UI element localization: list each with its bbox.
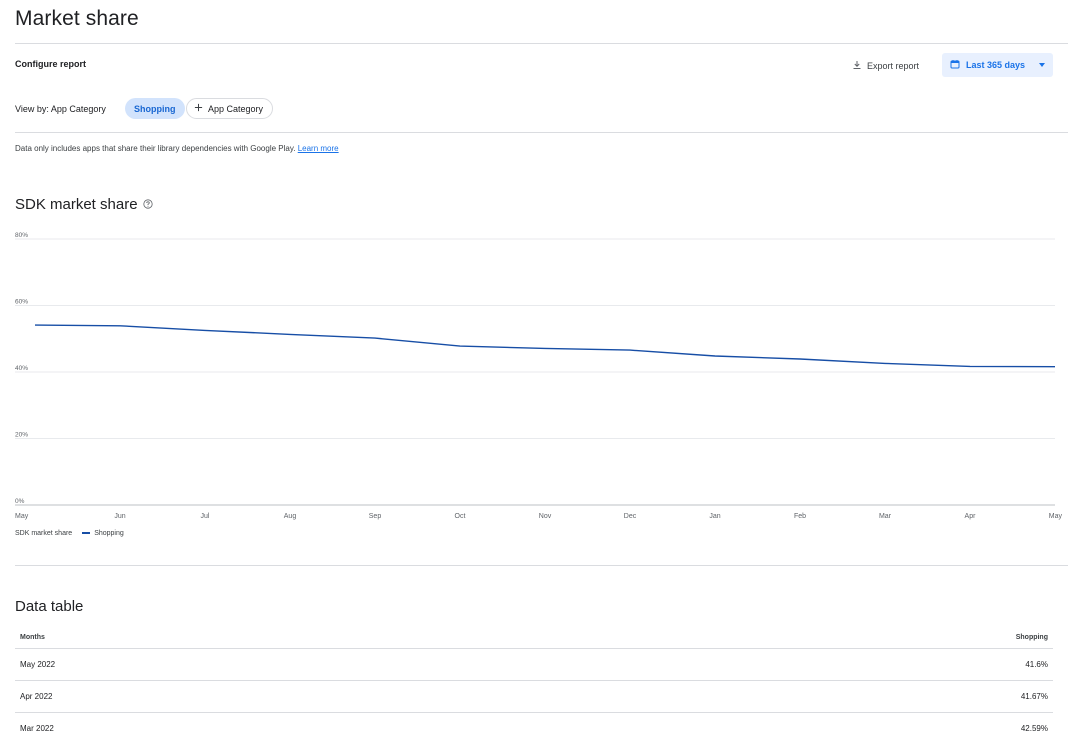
value-cell: 41.67% [1020, 692, 1048, 701]
plus-icon [194, 103, 203, 114]
table-header-row: Months Shopping [15, 627, 1053, 649]
data-table: Months Shopping May 2022 41.6% Apr 2022 … [15, 627, 1053, 743]
x-tick-label: Aug [284, 513, 297, 520]
calendar-icon [950, 59, 960, 71]
chart-section-title: SDK market share [15, 196, 153, 213]
download-icon [852, 60, 862, 72]
chart-legend: SDK market share Shopping [15, 530, 124, 537]
value-cell: 41.6% [1025, 660, 1048, 669]
shopping-chip[interactable]: Shopping [125, 98, 185, 119]
x-tick-label: Dec [624, 513, 637, 520]
x-tick-label: Jul [201, 513, 210, 520]
add-app-category-chip[interactable]: App Category [186, 98, 274, 119]
shopping-column-header[interactable]: Shopping [1016, 634, 1048, 641]
x-tick-label: Oct [455, 513, 466, 520]
x-tick-label: Jan [709, 513, 720, 520]
x-tick-label: Nov [539, 513, 552, 520]
legend-title: SDK market share [15, 530, 73, 537]
y-tick-label: 60% [15, 299, 28, 306]
data-disclaimer: Data only includes apps that share their… [15, 144, 339, 153]
month-cell: May 2022 [20, 660, 56, 669]
configure-report-label: Configure report [15, 59, 86, 69]
x-tick-label: Sep [369, 513, 382, 520]
x-tick-label: Jun [114, 513, 125, 520]
divider [15, 43, 1068, 44]
export-report-button[interactable]: Export report [852, 55, 919, 76]
x-tick-label: May [1049, 513, 1063, 520]
table-section-title: Data table [15, 598, 84, 615]
date-range-label: Last 365 days [966, 60, 1026, 70]
y-tick-label: 0% [15, 498, 25, 505]
months-column-header[interactable]: Months [20, 634, 45, 641]
learn-more-link[interactable]: Learn more [298, 144, 339, 153]
x-tick-label: Mar [879, 513, 892, 520]
month-cell: Mar 2022 [20, 724, 54, 733]
market-share-line-chart: 80% 60% 40% 20% 0% May Jun Jul Aug Sep Oct Nov Dec Ja… [15, 232, 1063, 520]
table-row: May 2022 41.6% [15, 649, 1053, 681]
view-by-label: View by: App Category [15, 104, 106, 114]
x-tick-label: May [15, 513, 29, 520]
divider [15, 565, 1068, 566]
chevron-down-icon [1039, 63, 1046, 67]
page-title: Market share [15, 7, 139, 30]
date-range-dropdown[interactable]: Last 365 days [942, 53, 1053, 77]
help-icon[interactable] [142, 196, 153, 213]
x-tick-label: Feb [794, 513, 806, 520]
legend-series-label: Shopping [94, 530, 124, 537]
series-line-shopping [34, 324, 1056, 368]
legend-swatch [82, 532, 91, 535]
y-tick-label: 20% [15, 432, 28, 439]
export-report-label: Export report [867, 60, 920, 71]
disclaimer-text: Data only includes apps that share their… [15, 144, 296, 153]
chart-title: SDK market share [15, 196, 138, 213]
month-cell: Apr 2022 [20, 692, 53, 701]
x-tick-label: Apr [965, 513, 977, 520]
table-row: Mar 2022 42.59% [15, 713, 1053, 743]
y-tick-label: 80% [15, 232, 28, 239]
legend-item-shopping[interactable]: Shopping [82, 530, 124, 537]
y-tick-label: 40% [15, 365, 28, 372]
divider [15, 132, 1068, 133]
table-row: Apr 2022 41.67% [15, 681, 1053, 713]
add-chip-label: App Category [208, 103, 264, 114]
value-cell: 42.59% [1020, 724, 1048, 733]
